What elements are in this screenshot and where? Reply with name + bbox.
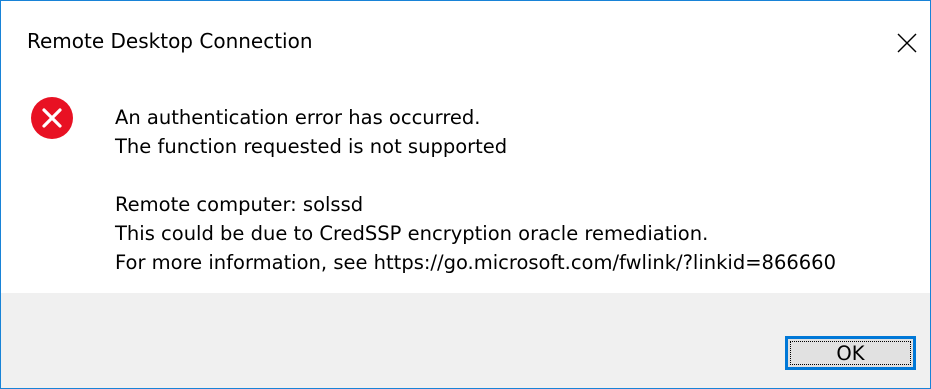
dialog-window: Remote Desktop Connection An authenticat…	[0, 0, 931, 389]
message-line-remote-computer: Remote computer: solssd	[115, 193, 364, 216]
ok-button-label: OK	[836, 341, 865, 365]
dialog-content: An authentication error has occurred. Th…	[1, 81, 930, 293]
message-line-more-info: For more information, see https://go.mic…	[115, 251, 836, 274]
button-bar: OK	[1, 293, 930, 388]
message-line-cause: This could be due to CredSSP encryption …	[115, 222, 709, 245]
close-button[interactable]	[887, 23, 927, 63]
title-bar: Remote Desktop Connection	[1, 1, 930, 81]
message-spacer	[115, 161, 836, 190]
ok-button[interactable]: OK	[785, 336, 916, 370]
window-title: Remote Desktop Connection	[27, 29, 313, 53]
close-icon	[897, 33, 917, 53]
message-line-detail: The function requested is not supported	[115, 135, 508, 158]
message-line-error: An authentication error has occurred.	[115, 106, 481, 129]
error-icon	[31, 97, 73, 139]
error-message: An authentication error has occurred. Th…	[115, 103, 836, 277]
